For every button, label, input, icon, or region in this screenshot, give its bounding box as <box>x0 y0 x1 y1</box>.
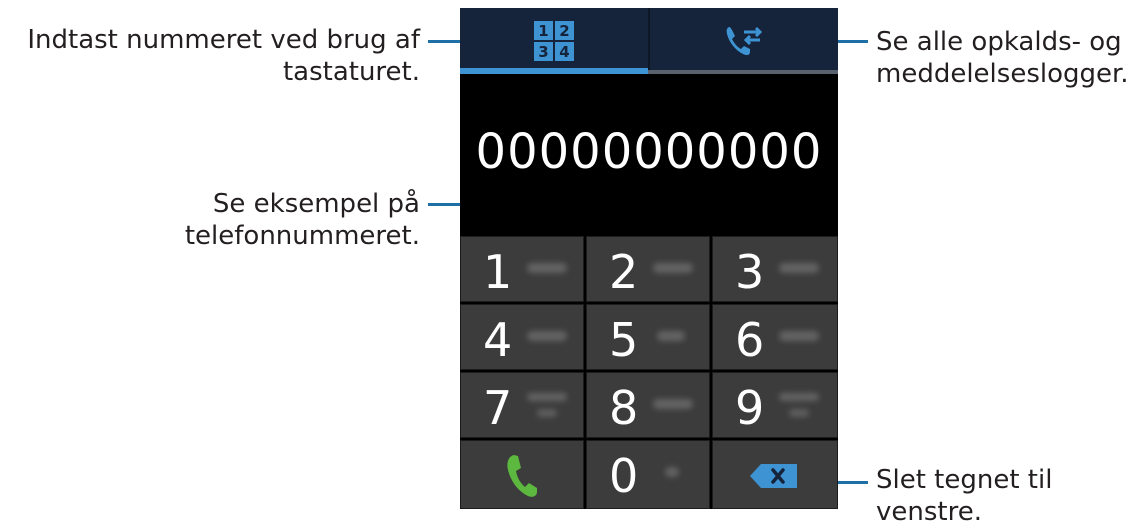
key-9-digit: 9 <box>735 381 765 435</box>
key-9[interactable]: 9 <box>712 372 838 438</box>
tab-logs[interactable] <box>650 8 838 74</box>
key-2[interactable]: 2 <box>586 236 710 302</box>
call-icon <box>507 455 537 497</box>
key-7[interactable]: 7 <box>460 372 584 438</box>
key-3-sublabel <box>779 263 819 273</box>
callout-keypad-tab-line2: tastaturet. <box>282 57 420 87</box>
key-2-digit: 2 <box>609 245 639 299</box>
key-7-sublabel-2 <box>537 409 557 417</box>
key-5[interactable]: 5 <box>586 304 710 370</box>
key-8-sublabel <box>653 399 693 409</box>
key-1-sublabel <box>527 263 567 273</box>
key-7-sublabel <box>527 393 567 401</box>
keypad-icon-glyph-3: 3 <box>538 43 548 61</box>
dial-keypad: 1 2 3 4 5 6 7 8 9 0 <box>460 236 838 509</box>
callout-backspace: Slet tegnet til venstre. <box>876 465 1053 527</box>
callout-number-preview: Se eksempel på telefonnummeret. <box>184 189 420 251</box>
phone-number-display: 00000000000 <box>475 124 823 180</box>
key-4-digit: 4 <box>483 313 513 367</box>
key-1-digit: 1 <box>483 245 513 299</box>
key-0-digit: 0 <box>609 449 639 503</box>
phone-screen: 1 2 3 4 00000000000 1 2 3 4 5 6 7 8 9 0 <box>460 8 838 509</box>
key-1[interactable]: 1 <box>460 236 584 302</box>
keypad-icon-glyph-2: 2 <box>559 22 569 40</box>
key-0[interactable]: 0 <box>586 440 710 509</box>
key-9-sublabel <box>779 393 819 401</box>
keypad-icon-glyph-1: 1 <box>538 22 548 40</box>
key-6-sublabel <box>779 331 819 341</box>
key-8-digit: 8 <box>609 381 639 435</box>
backspace-icon <box>750 464 797 488</box>
callout-keypad-tab-line1: Indtast nummeret ved brug af <box>27 25 420 55</box>
keypad-icon-glyph-4: 4 <box>559 43 569 61</box>
key-6[interactable]: 6 <box>712 304 838 370</box>
key-3[interactable]: 3 <box>712 236 838 302</box>
number-preview-area: 00000000000 <box>460 74 838 236</box>
callout-logs-tab-line2: meddelelseslogger. <box>876 59 1129 89</box>
key-5-sublabel <box>657 331 685 341</box>
key-2-sublabel <box>653 263 693 273</box>
key-9-sublabel-2 <box>789 409 809 417</box>
key-7-digit: 7 <box>483 381 513 435</box>
key-4[interactable]: 4 <box>460 304 584 370</box>
callout-logs-tab-line1: Se alle opkalds- og <box>876 27 1122 57</box>
call-button[interactable] <box>460 440 584 509</box>
tab-bar: 1 2 3 4 <box>460 8 838 74</box>
key-3-digit: 3 <box>735 245 765 299</box>
callout-logs-tab: Se alle opkalds- og meddelelseslogger. <box>876 26 1129 90</box>
key-6-digit: 6 <box>735 313 765 367</box>
keypad-icon: 1 2 3 4 <box>534 21 574 61</box>
key-0-sublabel <box>665 467 679 477</box>
key-8[interactable]: 8 <box>586 372 710 438</box>
callout-keypad-tab: Indtast nummeret ved brug af tastaturet. <box>20 24 420 88</box>
call-log-icon <box>726 26 763 56</box>
key-4-sublabel <box>527 331 567 341</box>
backspace-button[interactable] <box>712 440 838 509</box>
key-5-digit: 5 <box>609 313 639 367</box>
tab-keypad[interactable]: 1 2 3 4 <box>460 8 648 74</box>
